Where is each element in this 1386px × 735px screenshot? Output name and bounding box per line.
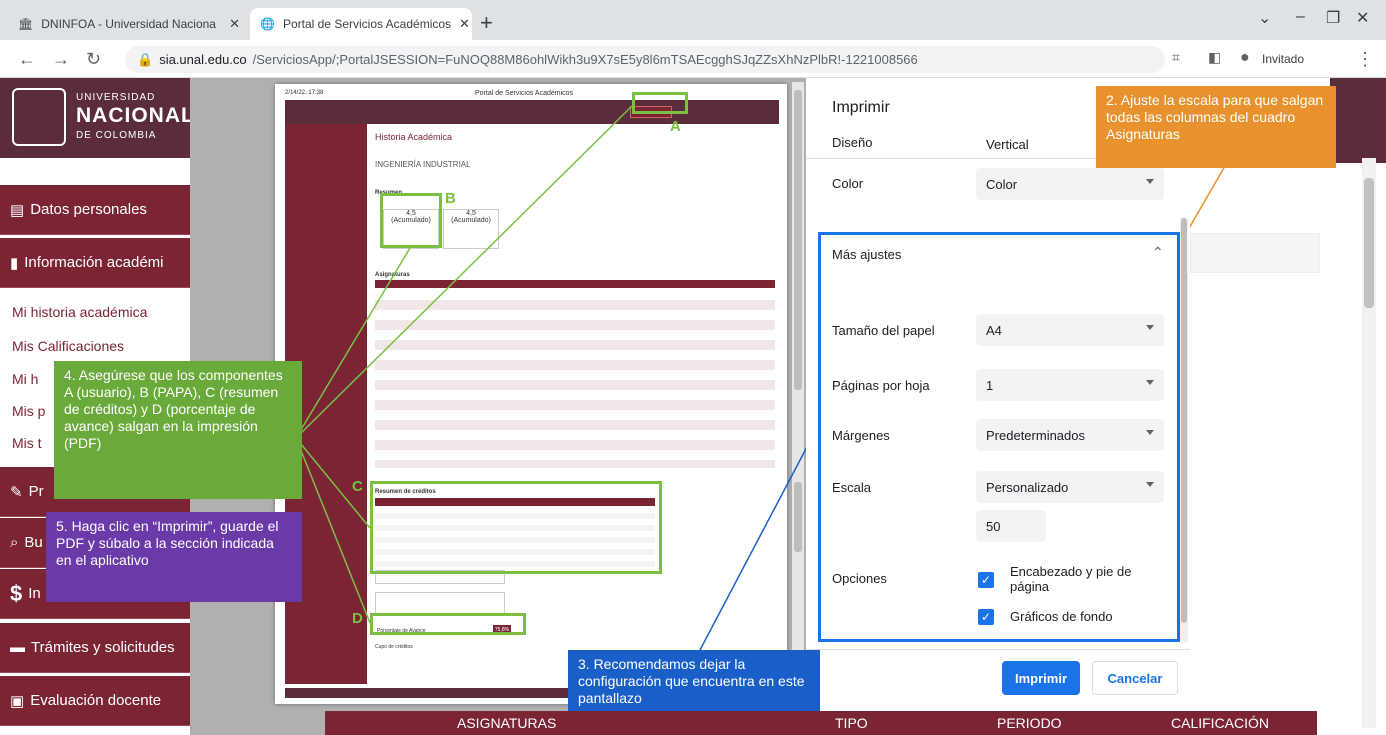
margenes-value: Predeterminados xyxy=(986,427,1085,443)
diseno-value: Vertical xyxy=(986,136,1029,152)
col-tipo: TIPO xyxy=(835,715,868,731)
paginas-select[interactable]: 1 xyxy=(976,369,1164,401)
tab-title: DNINFOA - Universidad Naciona xyxy=(41,17,216,31)
chevron-down-icon[interactable]: ⌄ xyxy=(1258,8,1271,28)
checkbox-graficos[interactable]: ✓ xyxy=(978,609,994,625)
margenes-label: Márgenes xyxy=(832,428,890,443)
escala-select[interactable]: Personalizado xyxy=(976,471,1164,503)
paginas-label: Páginas por hoja xyxy=(832,378,930,393)
color-select[interactable]: Color xyxy=(976,168,1164,200)
address-bar-row: ← → ↻ 🔒 sia.unal.edu.co/ServiciosApp/;Po… xyxy=(0,40,1386,78)
color-label: Color xyxy=(832,176,864,191)
papel-label: Tamaño del papel xyxy=(832,323,935,338)
mas-ajustes-toggle[interactable]: Más ajustes xyxy=(832,247,901,262)
diseno-label: Diseño xyxy=(832,135,873,150)
chevron-down-icon xyxy=(1146,482,1154,487)
col-asignaturas: ASIGNATURAS xyxy=(457,715,557,731)
opciones-label: Opciones xyxy=(832,571,887,586)
print-button[interactable]: Imprimir xyxy=(1002,661,1080,695)
margenes-select[interactable]: Predeterminados xyxy=(976,419,1164,451)
back-icon[interactable]: ← xyxy=(18,49,36,70)
escala-value: Personalizado xyxy=(986,479,1069,495)
papel-value: A4 xyxy=(986,322,1002,338)
restore-icon[interactable]: ❐ xyxy=(1326,8,1340,28)
opt1-label: Encabezado y pie de página xyxy=(1010,564,1132,594)
chevron-down-icon xyxy=(1146,325,1154,330)
url-host: sia.unal.edu.co xyxy=(159,52,247,67)
close-icon[interactable]: ✕ xyxy=(229,16,240,32)
callout-4: 4. Asegúrese que los componentes A (usua… xyxy=(54,361,302,499)
callout-5: 5. Haga clic en “Imprimir”, guarde el PD… xyxy=(46,512,302,602)
qr-icon[interactable]: ⌗ xyxy=(1172,49,1180,66)
escala-num: 50 xyxy=(986,518,1001,534)
url-path: /ServiciosApp/;PortalJSESSION=FuNOQ88M86… xyxy=(252,52,918,67)
menu-icon[interactable]: ⋮ xyxy=(1356,49,1374,70)
callout-2: 2. Ajuste la escala para que salgan toda… xyxy=(1096,86,1336,168)
lock-icon: 🔒 xyxy=(137,51,154,67)
new-tab-button[interactable]: + xyxy=(480,10,493,36)
forward-icon[interactable]: → xyxy=(52,49,70,70)
asignaturas-table-header: ASIGNATURAS TIPO PERIODO CALIFICACIÓN xyxy=(325,711,1317,735)
close-icon[interactable]: ✕ xyxy=(459,16,470,32)
color-value: Color xyxy=(986,176,1018,192)
globe-icon: 🌐 xyxy=(260,17,275,31)
print-dialog: Imprimir 2 h Diseño Vertical Color Color… xyxy=(806,78,1190,735)
chevron-up-icon[interactable]: ⌃ xyxy=(1152,244,1164,261)
divider xyxy=(806,649,1190,650)
opt2-label: Gráficos de fondo xyxy=(1010,609,1113,624)
browser-tab-bar: 🏛 DNINFOA - Universidad Naciona ✕ 🌐 Port… xyxy=(0,0,1386,40)
page: UNIVERSIDAD NACIONAL DE COLOMBIA ▤ Datos … xyxy=(0,78,1386,735)
url-field[interactable]: 🔒 sia.unal.edu.co/ServiciosApp/;PortalJS… xyxy=(125,46,1165,73)
dialog-scrollbar[interactable] xyxy=(1180,218,1188,643)
escala-input[interactable]: 50 xyxy=(976,510,1046,542)
reload-icon[interactable]: ↻ xyxy=(86,49,101,70)
papel-select[interactable]: A4 xyxy=(976,314,1164,346)
tab-title: Portal de Servicios Académicos xyxy=(282,17,452,31)
checkbox-encabezado[interactable]: ✓ xyxy=(978,572,994,588)
chevron-down-icon xyxy=(1146,179,1154,184)
tab-dninfoa[interactable]: 🏛 DNINFOA - Universidad Naciona ✕ xyxy=(8,8,250,40)
dialog-title: Imprimir xyxy=(832,99,890,116)
profile-label: Invitado xyxy=(1262,52,1305,66)
escala-label: Escala xyxy=(832,480,872,495)
profile-icon[interactable]: ● xyxy=(1240,49,1250,67)
col-periodo: PERIODO xyxy=(997,715,1062,731)
cancel-button[interactable]: Cancelar xyxy=(1092,661,1178,695)
chevron-down-icon xyxy=(1146,430,1154,435)
tab-portal[interactable]: 🌐 Portal de Servicios Académicos ✕ xyxy=(250,8,472,40)
institution-icon: 🏛 xyxy=(18,17,34,31)
chevron-down-icon xyxy=(1146,380,1154,385)
close-window-icon[interactable]: ✕ xyxy=(1356,8,1369,28)
col-calificacion: CALIFICACIÓN xyxy=(1171,715,1270,731)
minimize-icon[interactable]: – xyxy=(1296,8,1305,26)
scrollbar-thumb[interactable] xyxy=(1181,218,1187,623)
sidepanel-icon[interactable]: ◧ xyxy=(1208,49,1221,66)
paginas-value: 1 xyxy=(986,377,994,393)
